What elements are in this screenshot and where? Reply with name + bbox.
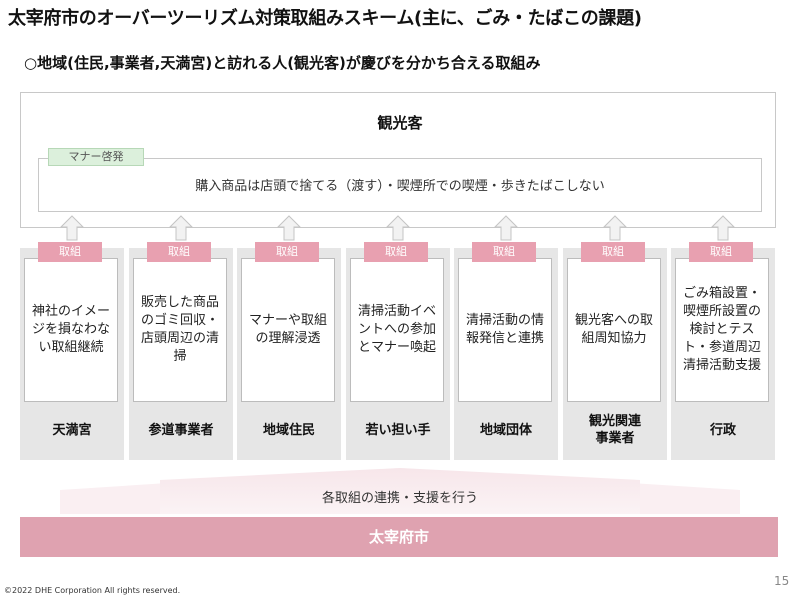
copyright-footer: ©2022 DHE Corporation All rights reserve… <box>4 586 181 595</box>
collaboration-text: 各取組の連携・支援を行う <box>321 491 478 506</box>
stakeholder-name: 若い担い手 <box>365 422 431 438</box>
stakeholder-name: 観光関連 事業者 <box>588 414 641 446</box>
stakeholder-column: 観光客への取組周知協力 取組観光関連 事業者 <box>563 242 667 460</box>
up-arrow-icon <box>386 215 410 241</box>
up-arrow-icon <box>494 215 518 241</box>
initiative-description: 観光客への取組周知協力 <box>574 313 653 346</box>
initiative-description: 清掃活動の情報発信と連携 <box>465 313 544 346</box>
up-arrow-icon <box>60 215 84 241</box>
torikumi-tag: 取組 <box>581 242 645 262</box>
initiative-description: 清掃活動イベントへの参加とマナー喚起 <box>357 304 436 355</box>
torikumi-tag: 取組 <box>255 242 319 262</box>
initiative-box: 販売した商品のゴミ回収・店頭周辺の清掃 <box>133 258 227 402</box>
city-bar: 太宰府市 <box>20 517 778 557</box>
stakeholder-column: 神社のイメージを損なわない取組継続 取組天満宮 <box>20 242 124 460</box>
manner-tag: マナー啓発 <box>48 148 144 166</box>
initiative-box: 神社のイメージを損なわない取組継続 <box>24 258 118 402</box>
stakeholder-column: マナーや取組の理解浸透 取組地域住民 <box>237 242 341 460</box>
initiative-description: 神社のイメージを損なわない取組継続 <box>31 304 110 355</box>
torikumi-tag: 取組 <box>147 242 211 262</box>
initiative-description: 販売した商品のゴミ回収・店頭周辺の清掃 <box>140 295 219 364</box>
stakeholder-column: 販売した商品のゴミ回収・店頭周辺の清掃 取組参道事業者 <box>129 242 233 460</box>
up-arrow-icon <box>603 215 627 241</box>
torikumi-tag: 取組 <box>689 242 753 262</box>
stakeholder-name: 地域団体 <box>479 422 532 438</box>
stakeholder-column: ごみ箱設置・喫煙所設置の検討とテスト・参道周辺清掃活動支援 取組行政 <box>671 242 775 460</box>
stakeholder-name: 地域住民 <box>262 422 315 438</box>
manner-text: 購入商品は店頭で捨てる（渡す）・喫煙所での喫煙・歩きたばこしない <box>195 179 605 194</box>
stakeholder-name: 行政 <box>709 422 736 438</box>
initiative-box: 清掃活動イベントへの参加とマナー喚起 <box>350 258 444 402</box>
page-title: 太宰府市のオーバーツーリズム対策取組みスキーム(主に、ごみ・たばこの課題) <box>8 8 642 29</box>
initiative-box: マナーや取組の理解浸透 <box>241 258 335 402</box>
page-number: 15 <box>774 574 790 588</box>
stakeholder-column: 清掃活動の情報発信と連携 取組地域団体 <box>454 242 558 460</box>
initiative-description: ごみ箱設置・喫煙所設置の検討とテスト・参道周辺清掃活動支援 <box>682 286 761 373</box>
initiative-box: 観光客への取組周知協力 <box>567 258 661 402</box>
stakeholder-column: 清掃活動イベントへの参加とマナー喚起 取組若い担い手 <box>346 242 450 460</box>
page-subtitle: ○地域(住民,事業者,天満宮)と訪れる人(観光客)が慶びを分かち合える取組み <box>24 54 541 72</box>
visitor-title: 観光客 <box>377 114 423 132</box>
up-arrow-icon <box>169 215 193 241</box>
up-arrow-icon <box>711 215 735 241</box>
stakeholder-name: 参道事業者 <box>148 422 214 438</box>
torikumi-tag: 取組 <box>472 242 536 262</box>
torikumi-tag: 取組 <box>38 242 102 262</box>
up-arrow-icon <box>277 215 301 241</box>
initiative-box: ごみ箱設置・喫煙所設置の検討とテスト・参道周辺清掃活動支援 <box>675 258 769 402</box>
initiative-box: 清掃活動の情報発信と連携 <box>458 258 552 402</box>
initiative-description: マナーや取組の理解浸透 <box>248 313 327 346</box>
stakeholder-name: 天満宮 <box>52 422 92 438</box>
torikumi-tag: 取組 <box>364 242 428 262</box>
